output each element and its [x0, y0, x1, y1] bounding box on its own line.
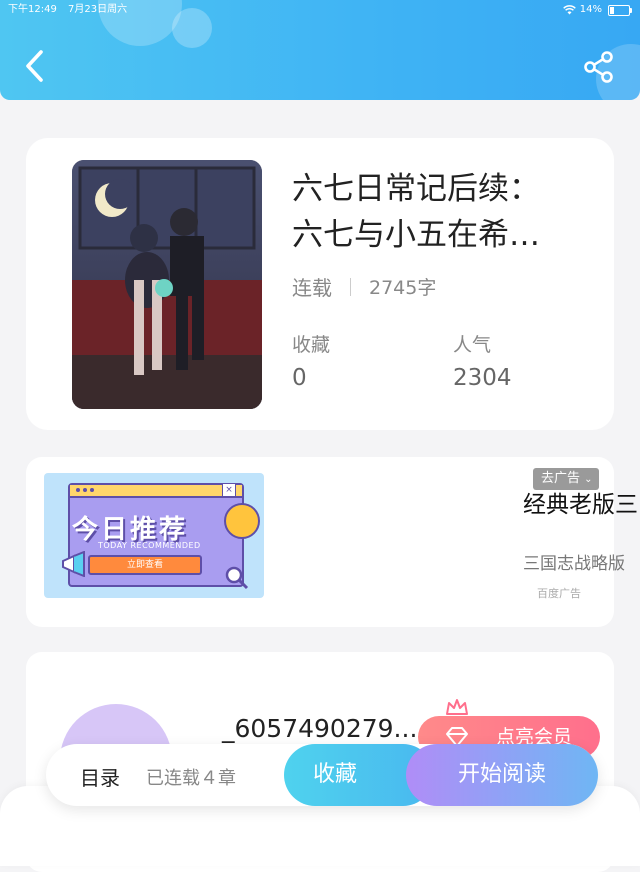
chevron-down-icon: ⌄ — [584, 474, 593, 485]
ad-source: 百度广告 — [537, 587, 581, 600]
status-bar: 下午12:49 7月23日周六 14% — [8, 2, 632, 18]
stat-popularity: 人气 2304 — [453, 330, 512, 391]
author-name: _6057490279... — [222, 714, 418, 743]
collect-button-label: 收藏 — [312, 762, 357, 787]
ad-window-bar: × — [70, 483, 242, 498]
ad-image[interactable]: × 今日推荐 TODAY RECOMMENDED 立即查看 — [44, 473, 264, 598]
book-title-line-1: 六七日常记后续： — [292, 171, 540, 207]
battery-icon — [608, 4, 632, 16]
window-dot — [83, 488, 87, 492]
ad-title: 经典老版三 — [523, 492, 638, 518]
back-chevron-icon[interactable] — [20, 48, 50, 84]
ad-card[interactable]: × 今日推荐 TODAY RECOMMENDED 立即查看 去广告 ⌄ 经典老版… — [26, 457, 638, 627]
planet-icon — [224, 503, 260, 539]
serial-status: 连载 — [292, 276, 332, 300]
status-right: 14% — [562, 2, 632, 18]
stat-favorites: 收藏 0 — [292, 330, 330, 391]
book-title-line-2: 六七与小五在希… — [292, 217, 540, 253]
ad-description: 三国志战略版 — [523, 554, 625, 574]
word-count: 2745字 — [369, 277, 437, 299]
status-date: 7月23日周六 — [68, 4, 128, 15]
crown-icon — [446, 699, 468, 715]
start-reading-label: 开始阅读 — [457, 762, 546, 787]
stat-label: 人气 — [453, 334, 492, 356]
meta-divider — [350, 277, 351, 296]
battery-percent: 14% — [579, 4, 602, 15]
window-dot — [76, 488, 80, 492]
book-cover-image[interactable] — [72, 160, 262, 409]
window-dot — [90, 488, 94, 492]
remove-ad-label: 去广告 — [541, 471, 581, 486]
header: 下午12:49 7月23日周六 14% — [0, 0, 640, 100]
status-time-date: 下午12:49 7月23日周六 — [8, 2, 127, 18]
book-title: 六七日常记后续： 六七与小五在希… — [292, 166, 592, 258]
status-time: 下午12:49 — [8, 4, 57, 15]
stat-value: 0 — [292, 365, 307, 391]
window-close-icon: × — [222, 483, 236, 497]
stat-label: 收藏 — [292, 334, 331, 356]
start-reading-button[interactable]: 开始阅读 — [406, 744, 598, 806]
table-of-contents-button[interactable]: 目录 — [80, 762, 120, 791]
ad-subline: TODAY RECOMMENDED — [98, 541, 201, 550]
book-info-card: 六七日常记后续： 六七与小五在希… 连载 2745字 收藏 0 人气 2304 — [26, 138, 614, 430]
book-meta: 连载 2745字 — [292, 272, 436, 301]
wifi-icon — [562, 5, 576, 15]
megaphone-icon — [62, 551, 85, 577]
share-icon[interactable] — [582, 50, 616, 84]
bottom-action-bar: 目录 已连载４章 收藏 开始阅读 — [46, 744, 598, 806]
cover-illustration — [72, 160, 262, 409]
magnifier-icon — [225, 566, 249, 590]
stat-value: 2304 — [453, 365, 512, 391]
chapter-status: 已连载４章 — [146, 768, 236, 789]
ad-view-now-button[interactable]: 立即查看 — [88, 555, 202, 575]
